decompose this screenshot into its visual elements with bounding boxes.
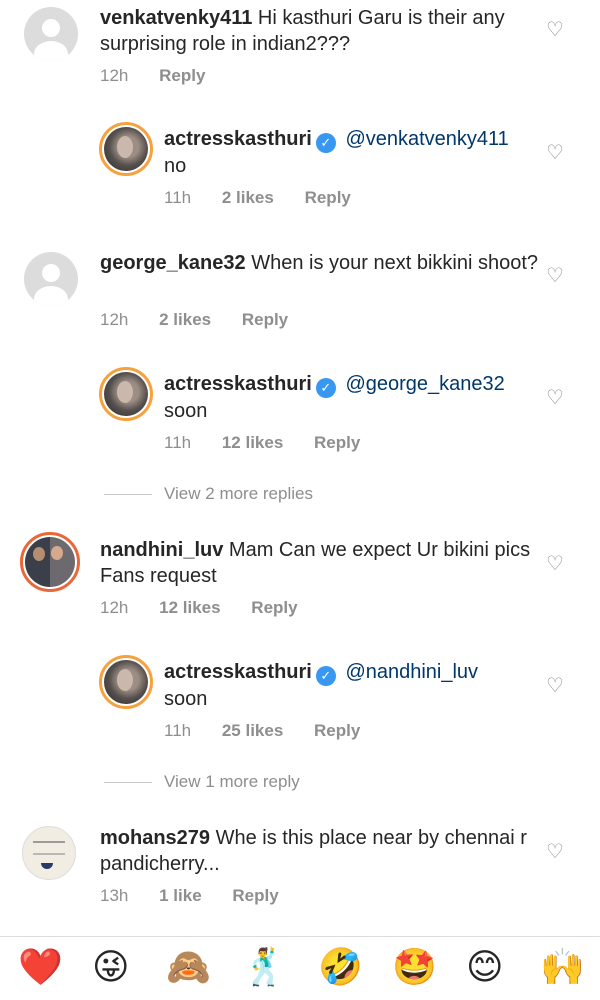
reply-button[interactable]: Reply <box>314 721 360 740</box>
verified-badge-icon: ✓ <box>315 133 336 153</box>
comment-meta: 11h 25 likes Reply <box>164 721 386 741</box>
profile-photo <box>104 127 148 171</box>
timestamp: 12h <box>100 598 129 617</box>
avatar[interactable] <box>24 7 78 61</box>
heart-icon[interactable]: ♡ <box>546 20 566 40</box>
view-more-replies[interactable]: View 2 more replies <box>104 484 313 504</box>
avatar[interactable] <box>99 655 153 709</box>
comment-text: mohans279 Whe is this place near by chen… <box>100 827 527 875</box>
timestamp: 12h <box>100 66 129 85</box>
reply-button[interactable]: Reply <box>251 598 297 617</box>
timestamp: 11h <box>164 433 192 452</box>
likes-count[interactable]: 2 likes <box>222 188 274 207</box>
see-no-evil-monkey-emoji[interactable]: 🙈 <box>166 947 211 987</box>
comment-text: actresskasthuri ✓ @nandhini_luv soon <box>164 661 479 710</box>
smiling-emoji[interactable]: 😊 <box>466 947 504 987</box>
username[interactable]: george_kane32 <box>100 252 246 274</box>
heart-icon[interactable]: ♡ <box>546 842 566 862</box>
avatar-lines <box>33 841 65 855</box>
heart-icon[interactable]: ♡ <box>546 143 566 163</box>
timestamp: 13h <box>100 886 129 905</box>
reply-button[interactable]: Reply <box>159 66 205 85</box>
comment-meta: 11h 12 likes Reply <box>164 433 386 453</box>
username[interactable]: actresskasthuri <box>164 128 312 150</box>
winking-tongue-emoji[interactable]: 😜 <box>92 947 130 987</box>
raising-hands-emoji[interactable]: 🙌 <box>540 947 585 987</box>
mention-link[interactable]: @venkatvenky411 <box>345 128 508 150</box>
comment-meta: 12h 12 likes Reply <box>100 598 324 618</box>
avatar[interactable] <box>24 252 78 306</box>
timestamp: 11h <box>164 721 192 740</box>
view-more-replies[interactable]: View 1 more reply <box>104 772 300 792</box>
avatar[interactable] <box>22 826 76 880</box>
mention-link[interactable]: @george_kane32 <box>345 373 504 395</box>
comment-meta: 12h 2 likes Reply <box>100 310 314 330</box>
comment-text: george_kane32 When is your next bikkini … <box>100 252 539 274</box>
profile-photo <box>25 537 75 587</box>
emoji-quick-reactions-bar: ❤️ 😜 🙈 🕺 🤣 🤩 😊 🙌 <box>0 936 600 1000</box>
username[interactable]: actresskasthuri <box>164 373 312 395</box>
comment-text: venkatvenky411 Hi kasthuri Garu is their… <box>100 7 505 55</box>
comment-text: actresskasthuri ✓ @venkatvenky411 no <box>164 128 509 177</box>
likes-count[interactable]: 1 like <box>159 886 202 905</box>
avatar[interactable] <box>20 532 80 592</box>
dancing-man-emoji[interactable]: 🕺 <box>242 947 287 987</box>
avatar[interactable] <box>99 122 153 176</box>
verified-badge-icon: ✓ <box>315 666 336 686</box>
likes-count[interactable]: 12 likes <box>159 598 220 617</box>
username[interactable]: actresskasthuri <box>164 661 312 683</box>
reply-button[interactable]: Reply <box>305 188 351 207</box>
red-heart-emoji[interactable]: ❤️ <box>18 947 63 987</box>
reply-button[interactable]: Reply <box>242 310 288 329</box>
heart-icon[interactable]: ♡ <box>546 554 566 574</box>
heart-icon[interactable]: ♡ <box>546 676 566 696</box>
comment-meta: 12h Reply <box>100 66 231 86</box>
comment-text: nandhini_luv Mam Can we expect Ur bikini… <box>100 539 531 587</box>
comment-meta: 11h 2 likes Reply <box>164 188 377 208</box>
profile-photo <box>104 660 148 704</box>
username[interactable]: venkatvenky411 <box>100 7 252 29</box>
star-struck-emoji[interactable]: 🤩 <box>392 947 437 987</box>
mention-link[interactable]: @nandhini_luv <box>345 661 478 683</box>
timestamp: 11h <box>164 188 192 207</box>
verified-badge-icon: ✓ <box>315 378 336 398</box>
username[interactable]: nandhini_luv <box>100 539 223 561</box>
username[interactable]: mohans279 <box>100 827 210 849</box>
likes-count[interactable]: 12 likes <box>222 433 283 452</box>
rolling-laughing-emoji[interactable]: 🤣 <box>318 947 363 987</box>
reply-button[interactable]: Reply <box>232 886 278 905</box>
comment-meta: 13h 1 like Reply <box>100 886 305 906</box>
heart-icon[interactable]: ♡ <box>546 266 566 286</box>
heart-icon[interactable]: ♡ <box>546 388 566 408</box>
likes-count[interactable]: 2 likes <box>159 310 211 329</box>
likes-count[interactable]: 25 likes <box>222 721 283 740</box>
timestamp: 12h <box>100 310 129 329</box>
avatar-mark <box>41 863 53 869</box>
profile-photo <box>104 372 148 416</box>
avatar[interactable] <box>99 367 153 421</box>
comment-text: actresskasthuri ✓ @george_kane32 soon <box>164 373 505 422</box>
reply-button[interactable]: Reply <box>314 433 360 452</box>
